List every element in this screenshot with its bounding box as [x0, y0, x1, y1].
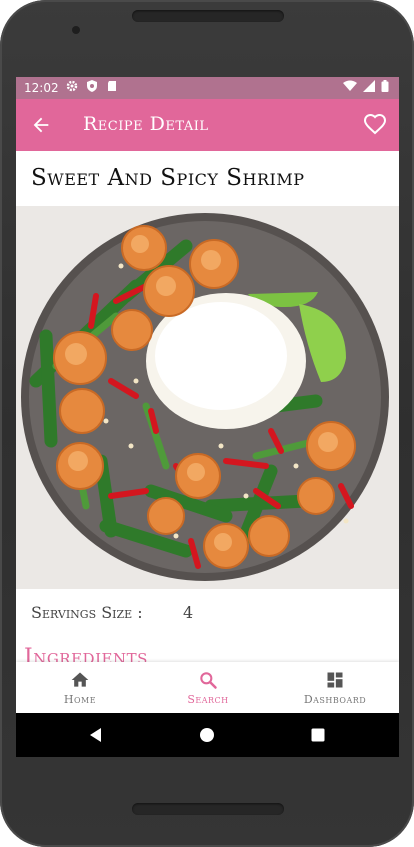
battery-icon [381, 80, 389, 92]
nav-home[interactable]: Home [16, 662, 144, 713]
gear-icon [66, 80, 78, 92]
nav-home-label: Home [63, 693, 97, 706]
home-icon [71, 672, 89, 687]
bottom-navigation: Home Search Dashboard [16, 662, 399, 713]
page-title: Recipe Detail [83, 113, 209, 135]
nav-search-label: Search [187, 693, 229, 706]
recents-square-icon[interactable] [308, 725, 328, 745]
top-speaker [132, 10, 284, 22]
heart-outline-icon[interactable] [363, 112, 387, 136]
nav-dashboard-label: Dashboard [303, 693, 367, 706]
app-screen: 12:02 Recipe Detail Sweet And Spicy Shri… [16, 77, 399, 713]
wifi-icon [343, 80, 357, 91]
status-time: 12:02 [24, 81, 59, 95]
servings-label: Servings Size : [31, 603, 143, 622]
search-icon [200, 672, 217, 689]
dashboard-icon [327, 672, 343, 688]
servings-value: 4 [183, 603, 194, 622]
shrimp-dish-image [16, 206, 399, 589]
recipe-content[interactable]: Sweet And Spicy Shrimp Servings Size: 4… [16, 151, 399, 662]
system-navigation-bar [16, 713, 399, 757]
sd-card-icon [108, 81, 116, 91]
front-camera [72, 26, 80, 34]
nav-search[interactable]: Search [144, 662, 272, 713]
nav-dashboard[interactable]: Dashboard [271, 662, 399, 713]
bottom-speaker [132, 803, 284, 815]
back-triangle-icon[interactable] [86, 725, 106, 745]
ingredients-heading: Ingredients [24, 645, 148, 662]
home-circle-icon[interactable] [197, 725, 217, 745]
recipe-photo [16, 206, 399, 589]
recipe-title: Sweet And Spicy Shrimp [31, 165, 305, 191]
app-bar: Recipe Detail [16, 99, 399, 151]
arrow-back-icon[interactable] [30, 114, 52, 136]
status-bar: 12:02 [16, 77, 399, 99]
shield-icon [87, 80, 97, 92]
signal-icon [363, 80, 375, 92]
